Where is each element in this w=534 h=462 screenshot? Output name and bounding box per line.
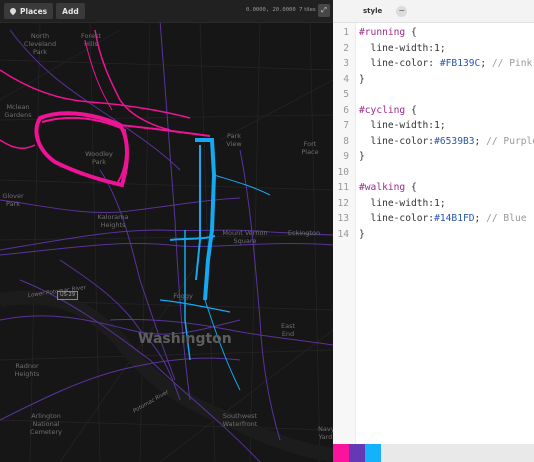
code-line[interactable]: 14} xyxy=(333,227,534,243)
coordinates-readout: 0.0000, 20.0000 xyxy=(246,7,296,13)
line-number: 10 xyxy=(337,166,349,178)
map-label: Southwest Waterfront xyxy=(222,412,258,428)
code-text: line-color: #FB139C; // Pink xyxy=(359,58,533,69)
code-text: line-width:1; xyxy=(359,197,446,209)
code-area[interactable]: 1 #running {2 line-width:1; 3 line-color: … xyxy=(333,25,534,242)
code-line[interactable]: 4} xyxy=(333,72,534,88)
places-label: Places xyxy=(20,6,48,16)
line-number: 12 xyxy=(337,197,349,209)
map-pin-icon xyxy=(8,6,18,16)
line-number: 5 xyxy=(343,89,349,100)
color-swatches xyxy=(333,444,534,462)
line-number: 11 xyxy=(337,182,349,193)
code-line[interactable]: 12 line-width:1; xyxy=(333,196,534,212)
map-label: Navy Yard xyxy=(318,425,333,441)
map-label: Park View xyxy=(226,132,242,148)
color-swatch[interactable] xyxy=(365,444,381,462)
map-label: North Cleveland Park xyxy=(23,32,57,56)
code-line[interactable]: 13 line-color:#14B1FD; // Blue xyxy=(333,211,534,227)
map-label: Woodley Park xyxy=(85,150,113,166)
editor-header: style − xyxy=(333,0,534,23)
code-text: line-width:1; xyxy=(359,120,446,131)
map-label: Mclean Gardens xyxy=(4,103,32,119)
line-number: 8 xyxy=(343,135,349,147)
code-text: #cycling { xyxy=(359,104,417,116)
code-line[interactable]: 5 xyxy=(333,87,534,103)
map-label: Forest Hills xyxy=(81,32,101,48)
code-text: line-width:1; xyxy=(359,42,446,54)
code-line[interactable]: 10 xyxy=(333,165,534,181)
code-line[interactable]: 8 line-color:#6539B3; // Purple xyxy=(333,134,534,150)
tab-style[interactable]: style xyxy=(363,7,382,15)
code-text: line-color:#6539B3; // Purple xyxy=(359,135,534,147)
code-text: } xyxy=(359,228,365,240)
line-number: 6 xyxy=(343,104,349,116)
color-swatch[interactable] xyxy=(349,444,365,462)
code-line[interactable]: 9} xyxy=(333,149,534,165)
code-line[interactable]: 2 line-width:1; xyxy=(333,41,534,57)
code-line[interactable]: 1 #running { xyxy=(333,25,534,41)
code-text: #running { xyxy=(359,27,417,38)
zoom-readout: 7 tiles xyxy=(299,7,316,13)
map-label: Glover Park xyxy=(2,192,24,208)
line-number: 3 xyxy=(343,58,349,69)
line-number: 1 xyxy=(343,27,349,38)
style-editor: style − 1 #running {2 line-width:1; 3 line… xyxy=(333,0,534,462)
map-canvas[interactable]: North Cleveland Park Forest Hills Mclean… xyxy=(0,0,333,462)
code-text: } xyxy=(359,73,365,85)
minus-icon[interactable]: − xyxy=(396,5,408,17)
map-label: Foggy xyxy=(173,292,193,300)
code-text: } xyxy=(359,151,365,162)
places-button[interactable]: Places xyxy=(4,3,54,19)
line-number: 7 xyxy=(343,120,349,131)
map-label: Arlington National Cemetery xyxy=(30,412,62,436)
map-toolbar: Places Add 0.0000, 20.0000 7 tiles ⤢ xyxy=(0,0,333,23)
map-label: Mount Vernon Square xyxy=(222,229,268,245)
line-number: 13 xyxy=(337,213,349,224)
map-label: Kalorama Heights xyxy=(97,213,129,229)
line-number: 14 xyxy=(337,228,349,240)
code-text: #walking { xyxy=(359,182,417,193)
line-number: 4 xyxy=(343,73,349,85)
map-label: Radnor Heights xyxy=(14,362,40,378)
add-label: Add xyxy=(62,6,79,16)
code-line[interactable]: 7 line-width:1; xyxy=(333,118,534,134)
map-label: Fort Place xyxy=(301,140,319,156)
map-label: Eckington xyxy=(287,229,321,237)
map-label: East End xyxy=(280,322,296,338)
color-swatch[interactable] xyxy=(333,444,349,462)
map-label-city: Washington xyxy=(138,331,232,347)
add-button[interactable]: Add xyxy=(56,3,85,19)
code-line[interactable]: 3 line-color: #FB139C; // Pink xyxy=(333,56,534,72)
code-text: line-color:#14B1FD; // Blue xyxy=(359,213,527,224)
line-number: 9 xyxy=(343,151,349,162)
code-line[interactable]: 6 #cycling { xyxy=(333,103,534,119)
highway-shield: US-29 xyxy=(57,291,78,300)
code-line[interactable]: 11 #walking { xyxy=(333,180,534,196)
line-number: 2 xyxy=(343,42,349,54)
expand-icon[interactable]: ⤢ xyxy=(318,4,330,17)
